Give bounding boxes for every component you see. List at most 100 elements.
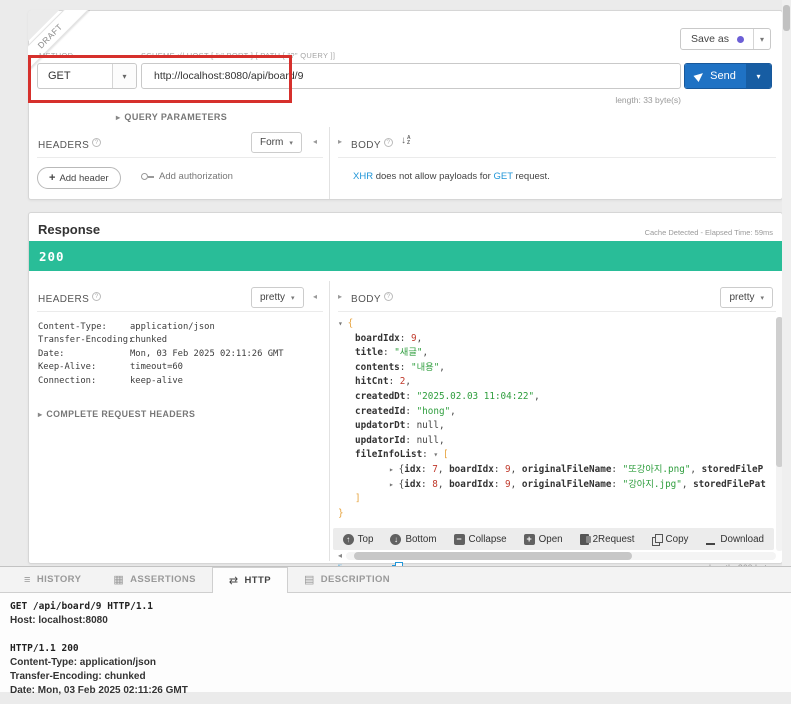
json-line: createdDt: "2025.02.03 11:04:22", [338, 390, 774, 405]
header-value: keep-alive [130, 375, 183, 386]
help-icon[interactable]: ? [92, 292, 102, 301]
help-icon[interactable]: ? [383, 292, 393, 301]
description-icon: ▤ [303, 574, 315, 586]
json-line: createdId: "hong", [338, 405, 774, 420]
json-token: , [416, 332, 423, 344]
url-input[interactable] [141, 63, 681, 89]
page-scrollbar[interactable] [782, 0, 791, 566]
method-dropdown-arrow[interactable]: ▾ [112, 64, 136, 88]
response-meta: Cache Detected - Elapsed Time: 59ms [644, 228, 773, 237]
json-token: : [405, 390, 417, 402]
request-headers-section-label: HEADERS? [38, 138, 102, 151]
expand-right-panel-arrow[interactable]: ▸ [338, 292, 342, 301]
http-line: Transfer-Encoding: chunked [10, 671, 146, 682]
link-text[interactable]: XHR [353, 171, 373, 182]
json-token: , [438, 420, 445, 432]
save-as-button[interactable]: Save as ▾ [680, 28, 771, 50]
json-token: : [383, 347, 395, 359]
body-horizontal-scrollbar[interactable]: ◂ [338, 551, 776, 560]
json-line: ] [338, 492, 774, 507]
add-authorization-button[interactable]: Add authorization [141, 171, 233, 182]
bottom-tab-bar: ≡ HISTORY ▦ ASSERTIONS ⇄ HTTP ▤ DESCRIPTION [0, 567, 791, 593]
json-token: , [510, 463, 522, 475]
query-parameters-expander[interactable]: ▸ QUERY PARAMETERS [116, 112, 227, 122]
sort-az-icon[interactable]: ↓ AZ [401, 135, 411, 146]
body-toolbar-download-button[interactable]: Download [705, 534, 764, 545]
add-header-label: Add header [59, 172, 109, 184]
headers-pretty-dropdown[interactable]: pretty ▾ [251, 287, 304, 308]
http-line [10, 628, 781, 641]
response-header-row: Keep-Alive: timeout=60 [38, 361, 323, 374]
download-icon [705, 534, 716, 545]
body-toolbar-collapse-button[interactable]: − Collapse [453, 533, 507, 545]
complete-request-headers-expander[interactable]: ▸ COMPLETE REQUEST HEADERS [38, 409, 195, 419]
method-select[interactable]: GET ▾ [37, 63, 137, 89]
tab-http[interactable]: ⇄ HTTP [211, 567, 288, 593]
caret-right-icon: ▸ [116, 113, 121, 122]
json-token: originalFileName [521, 478, 612, 490]
send-button[interactable]: Send ▾ [684, 63, 772, 89]
expand-right-panel-arrow[interactable]: ▸ [338, 137, 342, 146]
caret-right-icon: ▸ [38, 410, 43, 419]
json-token: } [338, 507, 344, 519]
body-pretty-dropdown[interactable]: pretty ▾ [720, 287, 773, 308]
help-icon[interactable]: ? [92, 138, 102, 147]
complete-request-headers-label: COMPLETE REQUEST HEADERS [46, 409, 196, 419]
json-line: fileInfoList: ▾ [ [338, 448, 774, 463]
json-token: boardIdx [449, 478, 494, 490]
json-token: , [438, 434, 445, 446]
history-icon: ≡ [24, 573, 31, 586]
json-token: null [416, 420, 439, 432]
body-toolbar-open-button[interactable]: + Open [523, 533, 563, 545]
key-icon [141, 172, 154, 181]
request-body-section-label: BODY? [351, 138, 393, 151]
json-token: : [422, 449, 434, 461]
body-toolbar-top-button[interactable]: ↑ Top [342, 533, 373, 545]
scrollbar-thumb[interactable] [783, 5, 790, 31]
sort-letter-z: Z [407, 139, 411, 146]
header-name: Date: [38, 348, 65, 359]
scroll-left-arrow[interactable]: ◂ [338, 551, 346, 560]
json-token: , [422, 347, 429, 359]
link-text[interactable]: GET [493, 171, 512, 182]
scrollbar-thumb[interactable] [354, 551, 632, 560]
response-header-row: Connection: keep-alive [38, 375, 323, 388]
scrollbar-track[interactable] [346, 551, 776, 560]
response-headers-section-label: HEADERS? [38, 292, 102, 305]
json-token: hitCnt [355, 376, 389, 388]
tab-assertions[interactable]: ▦ ASSERTIONS [97, 567, 212, 592]
help-icon[interactable]: ? [383, 138, 393, 147]
send-button-main[interactable]: Send [685, 64, 746, 88]
pretty-dropdown-value: pretty [260, 292, 286, 303]
json-line: boardIdx: 9, [338, 332, 774, 347]
json-token: updatorId [355, 434, 406, 446]
json-token: ▸ [389, 479, 399, 489]
json-line: updatorId: null, [338, 434, 774, 449]
json-token: , [690, 463, 702, 475]
response-body-json: ▾ {boardIdx: 9, title: "새글", contents: "내용… [338, 317, 774, 521]
collapse-left-panel-arrow[interactable]: ◂ [313, 137, 317, 146]
tab-description[interactable]: ▤ DESCRIPTION [288, 567, 406, 592]
collapse-left-panel-arrow[interactable]: ◂ [313, 292, 317, 301]
body-toolbar-copy-button[interactable]: Copy [651, 533, 688, 546]
toolbar-button-label: Bottom [405, 533, 437, 545]
json-token: ▾ [433, 450, 444, 460]
json-line: title: "새글", [338, 346, 774, 361]
tab-history[interactable]: ≡ HISTORY [8, 567, 97, 592]
json-token: , [437, 478, 450, 490]
message-text: request. [512, 171, 550, 182]
json-token: ▸ [389, 464, 399, 474]
body-toolbar-2request-button[interactable]: 2Request [579, 533, 635, 545]
body-toolbar-bottom-button[interactable]: ↓ Bottom [390, 533, 437, 545]
http-raw-view: GET /api/board/9 HTTP/1.1 Host: localhost… [0, 593, 791, 704]
json-token: storedFileP [701, 463, 764, 475]
add-header-button[interactable]: + Add header [37, 167, 121, 189]
form-dropdown[interactable]: Form ▾ [251, 132, 302, 153]
form-dropdown-value: Form [260, 137, 284, 148]
json-token: "내용" [410, 361, 440, 373]
http-line: GET /api/board/9 HTTP/1.1 [10, 601, 153, 612]
send-dropdown-arrow[interactable]: ▾ [746, 64, 771, 88]
save-as-dropdown-arrow[interactable]: ▾ [752, 29, 770, 49]
http-line: HTTP/1.1 200 [10, 643, 79, 654]
json-token: "hong" [416, 405, 451, 417]
